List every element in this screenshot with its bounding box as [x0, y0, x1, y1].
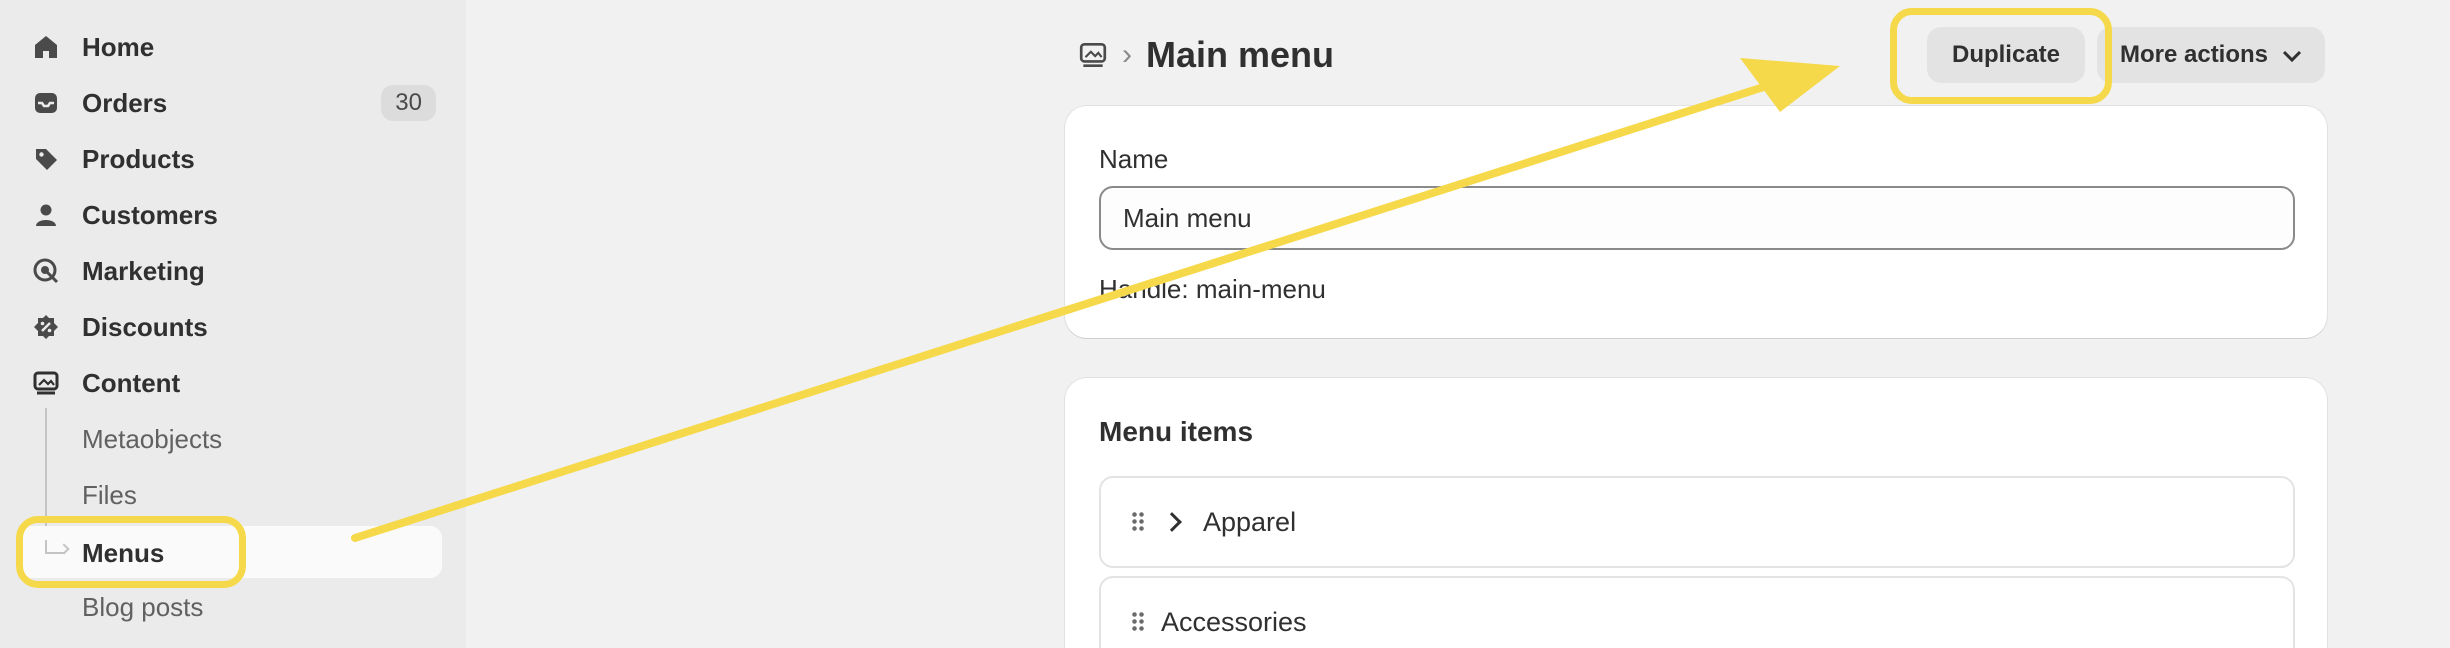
menu-item-row[interactable]: Accessories — [1099, 576, 2295, 648]
menu-item-row[interactable]: Apparel — [1099, 476, 2295, 568]
chevron-right-icon[interactable] — [1162, 512, 1182, 532]
sidebar-item-orders[interactable]: Orders 30 — [30, 78, 436, 128]
sidebar-item-label: Customers — [82, 199, 218, 230]
page-header: › Main menu — [1078, 22, 1334, 88]
sidebar-subitem-metaobjects[interactable]: Metaobjects — [82, 414, 222, 464]
sidebar-item-products[interactable]: Products — [30, 134, 436, 184]
sidebar-item-content[interactable]: Content — [30, 358, 436, 408]
sidebar-subitem-files[interactable]: Files — [82, 470, 137, 520]
sidebar-subitem-label: Blog posts — [82, 591, 204, 622]
discount-icon — [30, 311, 62, 343]
sidebar-item-label: Home — [82, 31, 155, 62]
sidebar-item-home[interactable]: Home — [30, 22, 436, 72]
name-label: Name — [1099, 144, 1169, 174]
duplicate-highlight — [1890, 8, 2112, 104]
handle-text: Handle: main-menu — [1099, 274, 1326, 304]
drag-handle-icon[interactable] — [1131, 511, 1145, 533]
image-icon — [30, 367, 62, 399]
orders-count-badge: 30 — [381, 85, 436, 121]
sidebar-item-discounts[interactable]: Discounts — [30, 302, 436, 352]
target-icon — [30, 255, 62, 287]
menu-item-label: Accessories — [1161, 606, 1307, 637]
tag-icon — [30, 143, 62, 175]
sidebar-item-label: Products — [82, 143, 195, 174]
sidebar-subitem-label: Metaobjects — [82, 423, 223, 454]
menu-items-card: Menu items Apparel Accessories — [1065, 378, 2327, 648]
sidebar-item-customers[interactable]: Customers — [30, 190, 436, 240]
menu-item-label: Apparel — [1203, 506, 1297, 537]
sidebar-item-label: Discounts — [82, 311, 208, 342]
name-card: Name Handle: main-menu — [1065, 106, 2327, 338]
more-actions-label: More actions — [2119, 41, 2269, 68]
more-actions-button[interactable]: More actions — [2097, 27, 2325, 83]
content-breadcrumb-icon[interactable] — [1078, 40, 1108, 70]
sidebar-item-marketing[interactable]: Marketing — [30, 246, 436, 296]
sidebar-item-label: Marketing — [82, 255, 205, 286]
drag-handle-icon[interactable] — [1131, 611, 1145, 633]
menus-highlight — [16, 516, 246, 588]
sidebar-subitem-blog-posts[interactable]: Blog posts — [82, 582, 203, 632]
menu-items-title: Menu items — [1099, 416, 1254, 447]
chevron-down-icon — [2282, 41, 2302, 69]
page-title: Main menu — [1146, 34, 1335, 75]
sidebar-subitem-label: Files — [82, 479, 137, 510]
inbox-icon — [30, 87, 62, 119]
breadcrumb-chevron-icon: › — [1122, 38, 1132, 71]
name-input[interactable] — [1099, 186, 2295, 250]
home-icon — [30, 31, 62, 63]
sidebar-item-label: Content — [82, 367, 181, 398]
person-icon — [30, 199, 62, 231]
sidebar-item-label: Orders — [82, 87, 168, 118]
